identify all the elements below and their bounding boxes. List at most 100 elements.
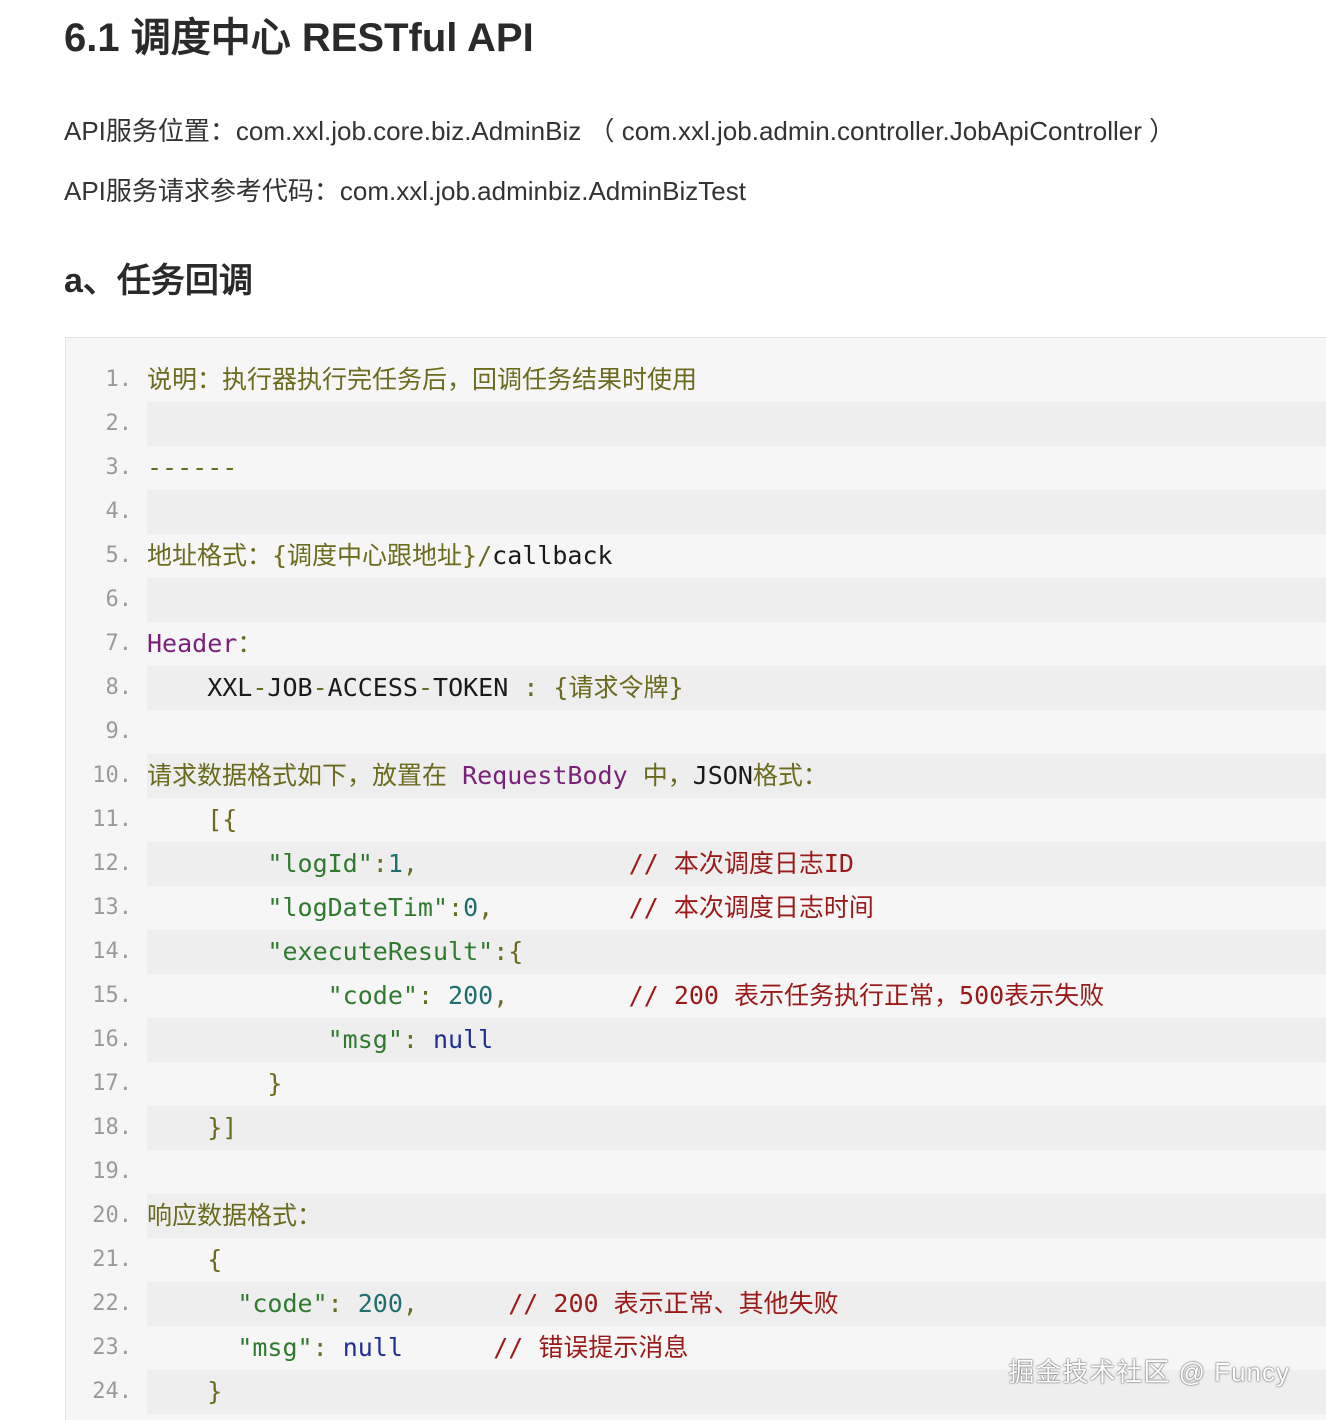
code-line: 21. {	[66, 1238, 1326, 1282]
code-token: 请求数据格式如下，放置在	[147, 761, 463, 790]
code-token: // 本次调度日志ID	[628, 849, 854, 878]
code-token: }]	[147, 1113, 238, 1142]
line-number: 12.	[92, 851, 132, 876]
code-token: ,	[478, 893, 629, 922]
code-token: // 200 表示任务执行正常，500表示失败	[628, 981, 1105, 1010]
line-number: 16.	[92, 1027, 132, 1052]
code-token: "logId"	[267, 849, 373, 878]
code-token: -	[252, 673, 268, 702]
line-number: 9.	[105, 719, 133, 744]
line-number: 13.	[92, 895, 132, 920]
code-token: callback	[492, 541, 613, 570]
line-number: 1.	[105, 367, 133, 392]
api-location-text: API服务位置：com.xxl.job.core.biz.AdminBiz （ …	[64, 116, 1176, 146]
code-line-stripe	[147, 402, 1326, 446]
code-line-text: "msg": null	[147, 1018, 494, 1062]
code-line-text: "code": 200, // 200 表示任务执行正常，500表示失败	[147, 974, 1105, 1018]
code-line: 11. [{	[66, 798, 1326, 842]
line-number: 11.	[92, 807, 132, 832]
line-number: 7.	[105, 631, 133, 656]
api-reference-text: API服务请求参考代码：com.xxl.job.adminbiz.AdminBi…	[64, 176, 746, 206]
line-number: 22.	[92, 1291, 132, 1316]
code-line-text: "executeResult":{	[147, 930, 523, 974]
code-token: -	[312, 673, 328, 702]
code-token: "msg"	[327, 1025, 403, 1054]
line-number: 3.	[105, 455, 133, 480]
code-line-stripe	[147, 578, 1326, 622]
code-line: 17. }	[66, 1062, 1326, 1106]
code-line: 20. 响应数据格式：	[66, 1194, 1326, 1238]
code-line-text: 响应数据格式：	[147, 1194, 322, 1238]
code-token: // 本次调度日志时间	[628, 893, 874, 922]
line-number: 21.	[92, 1247, 132, 1272]
code-line-text: 地址格式：{调度中心跟地址}/callback	[147, 534, 613, 578]
code-line: 3. ------	[66, 446, 1326, 490]
code-token: :	[327, 1289, 358, 1318]
code-token: -	[417, 673, 434, 702]
line-number: 19.	[92, 1159, 132, 1184]
line-number: 8.	[105, 675, 133, 700]
page-title: 6.1 调度中心 RESTful API	[64, 16, 534, 60]
code-line: 16. "msg": null	[66, 1018, 1326, 1062]
code-line-stripe	[147, 1106, 1326, 1150]
code-line-text: 请求数据格式如下，放置在 RequestBody 中，JSON格式：	[147, 754, 828, 798]
code-token: [{	[147, 805, 238, 834]
code-line-text: "logId":1, // 本次调度日志ID	[147, 842, 854, 886]
code-token: JSON	[692, 761, 753, 790]
code-line-text: Header：	[147, 622, 262, 666]
line-number: 23.	[92, 1335, 132, 1360]
line-number: 6.	[105, 587, 133, 612]
code-line: 1. 说明：执行器执行完任务后，回调任务结果时使用	[66, 358, 1326, 402]
watermark: 掘金技术社区 @ Funcy	[1008, 1357, 1290, 1387]
code-token: "code"	[327, 981, 418, 1010]
code-token: 200	[357, 1289, 403, 1318]
code-token: :	[417, 981, 449, 1010]
code-line: 5. 地址格式：{调度中心跟地址}/callback	[66, 534, 1326, 578]
line-number: 18.	[92, 1115, 132, 1140]
code-token: "executeResult"	[267, 937, 494, 966]
line-number: 24.	[92, 1379, 132, 1404]
code-line: 6.	[66, 578, 1326, 622]
code-token: XXL	[147, 673, 253, 702]
code-token: 响应数据格式：	[147, 1201, 323, 1230]
code-line: 10. 请求数据格式如下，放置在 RequestBody 中，JSON格式：	[66, 754, 1326, 798]
code-line-text: 说明：执行器执行完任务后，回调任务结果时使用	[147, 358, 697, 402]
code-line: 15. "code": 200, // 200 表示任务执行正常，500表示失败	[66, 974, 1326, 1018]
code-line-text: "msg": null // 错误提示消息	[147, 1326, 688, 1370]
code-token: ------	[147, 453, 238, 482]
code-token: :	[372, 849, 388, 878]
code-line: 18. }]	[66, 1106, 1326, 1150]
code-line-text: }]	[147, 1106, 237, 1150]
code-token: :	[312, 1333, 343, 1362]
code-token: :{	[493, 937, 524, 966]
code-token: ：	[237, 629, 263, 658]
code-token: null	[342, 1333, 403, 1362]
code-line-text: {	[147, 1238, 222, 1282]
code-line-text: "logDateTim":0, // 本次调度日志时间	[147, 886, 874, 930]
code-line-text: }	[147, 1370, 222, 1414]
code-token: Header	[147, 629, 238, 658]
code-token: ,	[493, 981, 629, 1010]
code-line: 19.	[66, 1150, 1326, 1194]
line-number: 2.	[105, 411, 133, 436]
code-token: 0	[463, 893, 479, 922]
code-token: 说明：执行器执行完任务后，回调任务结果时使用	[147, 365, 698, 394]
code-token: null	[433, 1025, 494, 1054]
code-line-text: }	[147, 1062, 282, 1106]
code-token: // 200 表示正常、其他失败	[508, 1289, 839, 1318]
line-number: 15.	[92, 983, 132, 1008]
code-line: 4.	[66, 490, 1326, 534]
code-token: ,	[402, 1289, 509, 1318]
code-token: ACCESS	[327, 673, 418, 702]
code-line-text: "code": 200, // 200 表示正常、其他失败	[147, 1282, 839, 1326]
code-line: 2.	[66, 402, 1326, 446]
code-token: 格式：	[752, 761, 828, 790]
code-token: : {请求令牌}	[523, 673, 684, 702]
code-token: {	[147, 1245, 223, 1274]
code-token: 200	[448, 981, 494, 1010]
code-token: JOB	[267, 673, 313, 702]
